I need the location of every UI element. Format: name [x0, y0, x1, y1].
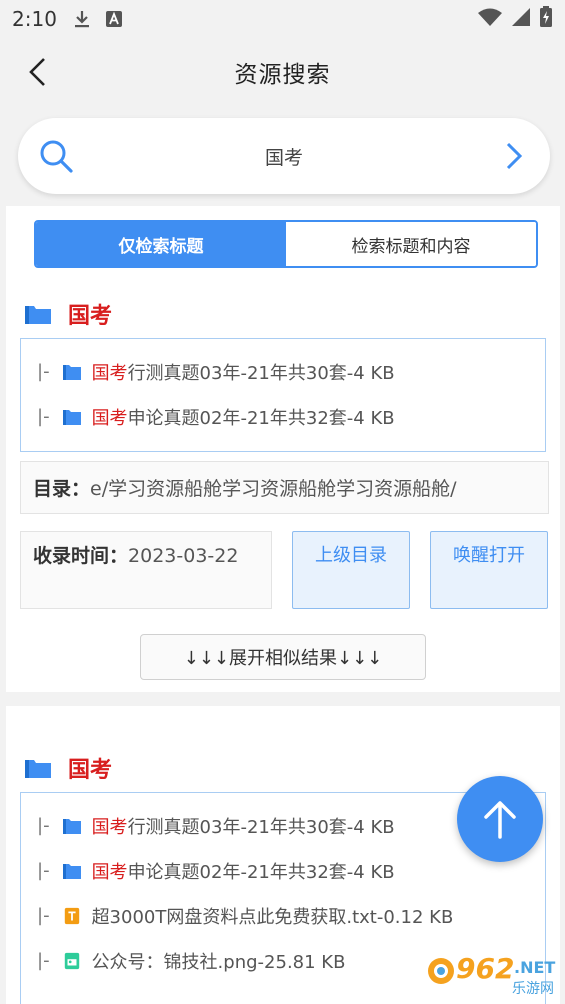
watermark-net: .NET: [514, 958, 556, 977]
result-group-header[interactable]: 国考: [24, 752, 112, 784]
parent-directory-button[interactable]: 上级目录: [292, 531, 410, 609]
group-name: 国考: [68, 304, 113, 329]
list-item[interactable]: |- 国考 申论真题02年-21年共32套-4 KB: [21, 848, 545, 893]
result-card: 仅检索标题 检索标题和内容 国考 |- 国考 行测真题03年-21年共30套-4 …: [6, 206, 560, 692]
tree-prefix: |-: [37, 815, 50, 836]
status-right: [477, 5, 553, 33]
folder-icon: [62, 409, 81, 425]
keyword-highlight: 国考: [91, 407, 128, 429]
result-group-header[interactable]: 国考: [24, 298, 112, 330]
keyword-highlight: 国考: [91, 861, 128, 883]
file-name: 申论真题02年-21年共32套-4 KB: [127, 861, 395, 883]
search-mode-tabs: 仅检索标题 检索标题和内容: [34, 220, 538, 268]
tab-title-only[interactable]: 仅检索标题: [36, 222, 286, 266]
file-name: 公众号：锦技社.png-25.81 KB: [91, 951, 346, 973]
search-box[interactable]: 国考: [18, 118, 550, 194]
time-label: 收录时间：: [33, 545, 129, 567]
indexed-time: 收录时间：2023-03-22: [20, 531, 272, 609]
download-icon: [73, 9, 91, 29]
tree-prefix: |-: [37, 361, 50, 382]
page-title: 资源搜索: [234, 62, 331, 88]
tree-prefix: |-: [37, 860, 50, 881]
scroll-to-top-button[interactable]: [457, 776, 543, 862]
watermark-logo-icon: [428, 958, 454, 984]
text-file-icon: [64, 907, 79, 924]
folder-icon: [62, 863, 81, 879]
font-app-icon: [105, 10, 123, 28]
tree-prefix: |-: [37, 406, 50, 427]
watermark-site: 乐游网: [512, 981, 554, 997]
search-icon[interactable]: [38, 138, 74, 174]
file-name: 申论真题02年-21年共32套-4 KB: [127, 407, 395, 429]
folder-icon: [62, 818, 81, 834]
expand-similar-button[interactable]: ↓↓↓展开相似结果↓↓↓: [140, 634, 426, 680]
wifi-icon: [477, 7, 503, 32]
tab-title-and-content[interactable]: 检索标题和内容: [286, 222, 536, 266]
chevron-right-icon[interactable]: [502, 140, 526, 172]
status-bar: 2:10: [0, 0, 565, 38]
time-value: 2023-03-22: [128, 545, 239, 567]
group-name: 国考: [68, 758, 113, 783]
signal-icon: [511, 7, 531, 32]
battery-icon: [539, 5, 553, 33]
folder-icon: [25, 306, 51, 324]
watermark-number: 962: [456, 952, 515, 985]
back-button[interactable]: [22, 56, 52, 88]
keyword-highlight: 国考: [91, 816, 128, 838]
tree-prefix: |-: [37, 905, 50, 926]
back-arrow-icon: [29, 58, 45, 86]
app-bar: 资源搜索: [0, 38, 565, 106]
watermark: 962 .NET 乐游网: [426, 950, 560, 1000]
folder-icon: [62, 364, 81, 380]
list-item[interactable]: |- 国考 行测真题03年-21年共30套-4 KB: [21, 349, 545, 394]
file-name: 超3000T网盘资料点此免费获取.txt-0.12 KB: [91, 906, 454, 928]
tree-prefix: |-: [37, 950, 50, 971]
wake-open-button[interactable]: 唤醒打开: [430, 531, 548, 609]
folder-icon: [25, 760, 51, 778]
directory-value: e/学习资源船舱学习资源船舱学习资源船舱/: [90, 478, 457, 500]
directory-path: 目录： e/学习资源船舱学习资源船舱学习资源船舱/: [20, 461, 549, 514]
directory-label: 目录：: [33, 478, 91, 500]
file-name: 行测真题03年-21年共30套-4 KB: [127, 362, 395, 384]
list-item[interactable]: |- 国考 申论真题02年-21年共32套-4 KB: [21, 394, 545, 439]
search-query[interactable]: 国考: [18, 143, 550, 170]
keyword-highlight: 国考: [91, 362, 128, 384]
image-file-icon: [64, 952, 79, 969]
arrow-up-icon: [484, 801, 516, 839]
list-item[interactable]: |- 超3000T网盘资料点此免费获取.txt-0.12 KB: [21, 893, 545, 938]
file-list: |- 国考 行测真题03年-21年共30套-4 KB |- 国考 申论真题02年-2…: [20, 338, 546, 452]
status-time: 2:10: [12, 7, 57, 31]
file-name: 行测真题03年-21年共30套-4 KB: [127, 816, 395, 838]
